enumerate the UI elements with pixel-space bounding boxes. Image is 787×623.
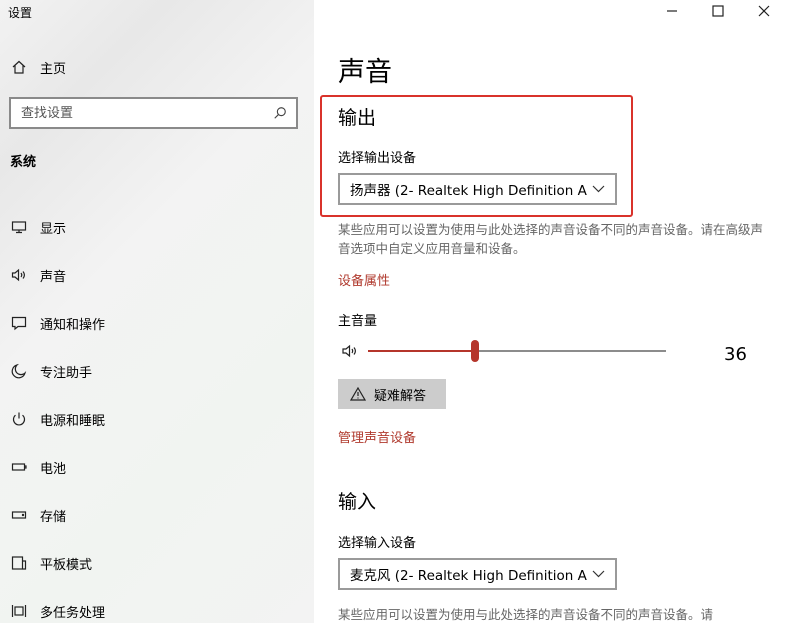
troubleshoot-label: 疑难解答 (374, 388, 427, 404)
notification-icon (10, 314, 28, 332)
master-volume-slider[interactable] (368, 340, 666, 362)
output-heading: 输出 (338, 107, 377, 129)
sidebar-item-label: 电池 (40, 461, 67, 477)
master-volume-label: 主音量 (338, 314, 378, 329)
close-button[interactable] (741, 0, 787, 22)
sidebar-item-notifications[interactable]: 通知和操作 (0, 299, 314, 347)
main-content: 声音 输出 选择输出设备 扬声器 (2- Realtek High Defini… (314, 0, 787, 623)
close-icon (758, 5, 770, 17)
input-description: 某些应用可以设置为使用与此处选择的声音设备不同的声音设备。请 (338, 607, 714, 622)
maximize-button[interactable] (695, 0, 741, 22)
output-device-value: 扬声器 (2- Realtek High Definition A... (350, 183, 587, 199)
maximize-icon (712, 5, 724, 17)
manage-sound-devices-link[interactable]: 管理声音设备 (338, 427, 416, 446)
search-icon[interactable] (270, 103, 290, 123)
sidebar-item-power[interactable]: 电源和睡眠 (0, 395, 314, 443)
chevron-down-icon (587, 179, 609, 199)
sidebar-item-sound[interactable]: 声音 (0, 251, 314, 299)
troubleshoot-button[interactable]: 疑难解答 (338, 379, 446, 409)
storage-icon (10, 506, 28, 524)
sidebar-item-tablet-mode[interactable]: 平板模式 (0, 539, 314, 587)
monitor-icon (10, 218, 28, 236)
output-device-label: 选择输出设备 (338, 151, 417, 166)
sidebar-item-label: 多任务处理 (40, 605, 106, 621)
minimize-button[interactable] (649, 0, 695, 22)
search-input[interactable] (11, 105, 270, 121)
sidebar-item-multitasking[interactable]: 多任务处理 (0, 587, 314, 623)
minimize-icon (667, 10, 677, 12)
warning-icon (350, 387, 366, 401)
volume-slider-thumb[interactable] (471, 340, 479, 362)
output-description: 某些应用可以设置为使用与此处选择的声音设备不同的声音设备。请在高级声音选项中自定… (338, 222, 764, 256)
output-device-select[interactable]: 扬声器 (2- Realtek High Definition A... (338, 173, 617, 205)
home-icon (10, 58, 28, 76)
input-heading: 输入 (338, 491, 377, 513)
sidebar-section-title: 系统 (10, 155, 37, 170)
speaker-icon (10, 266, 28, 284)
tablet-icon (10, 554, 28, 572)
device-properties-link[interactable]: 设备属性 (338, 270, 390, 289)
input-device-label: 选择输入设备 (338, 536, 417, 551)
volume-slider-fill (368, 350, 475, 352)
battery-icon (10, 458, 28, 476)
multitask-icon (10, 602, 28, 620)
power-icon (10, 410, 28, 428)
sidebar-nav: 显示 声音 通知和操作 专注助手 电源和睡眠 电池 存储 平板模式 多任务处理 (0, 203, 314, 623)
sidebar-item-label: 电源和睡眠 (40, 413, 106, 429)
search-box (9, 97, 298, 129)
sidebar: 设置 主页 系统 显示 声音 通知和操作 (0, 0, 314, 623)
sidebar-item-label: 存储 (40, 509, 67, 525)
window-title: 设置 (8, 6, 33, 20)
window-controls (649, 0, 787, 22)
sidebar-item-label: 专注助手 (40, 365, 93, 381)
input-device-select[interactable]: 麦克风 (2- Realtek High Definition A... (338, 558, 617, 590)
sidebar-item-label: 声音 (40, 269, 67, 285)
chevron-down-icon (587, 564, 609, 584)
sidebar-item-battery[interactable]: 电池 (0, 443, 314, 491)
sidebar-item-label: 通知和操作 (40, 317, 106, 333)
sidebar-home-label: 主页 (40, 61, 67, 77)
moon-icon (10, 362, 28, 380)
sidebar-item-focus-assist[interactable]: 专注助手 (0, 347, 314, 395)
sidebar-item-label: 平板模式 (40, 557, 93, 573)
input-device-value: 麦克风 (2- Realtek High Definition A... (350, 568, 587, 584)
sidebar-item-display[interactable]: 显示 (0, 203, 314, 251)
volume-icon[interactable] (341, 342, 359, 360)
sidebar-home[interactable]: 主页 (0, 52, 314, 82)
sidebar-item-label: 显示 (40, 221, 67, 237)
volume-value: 36 (724, 344, 747, 365)
page-title: 声音 (338, 57, 392, 88)
sidebar-item-storage[interactable]: 存储 (0, 491, 314, 539)
